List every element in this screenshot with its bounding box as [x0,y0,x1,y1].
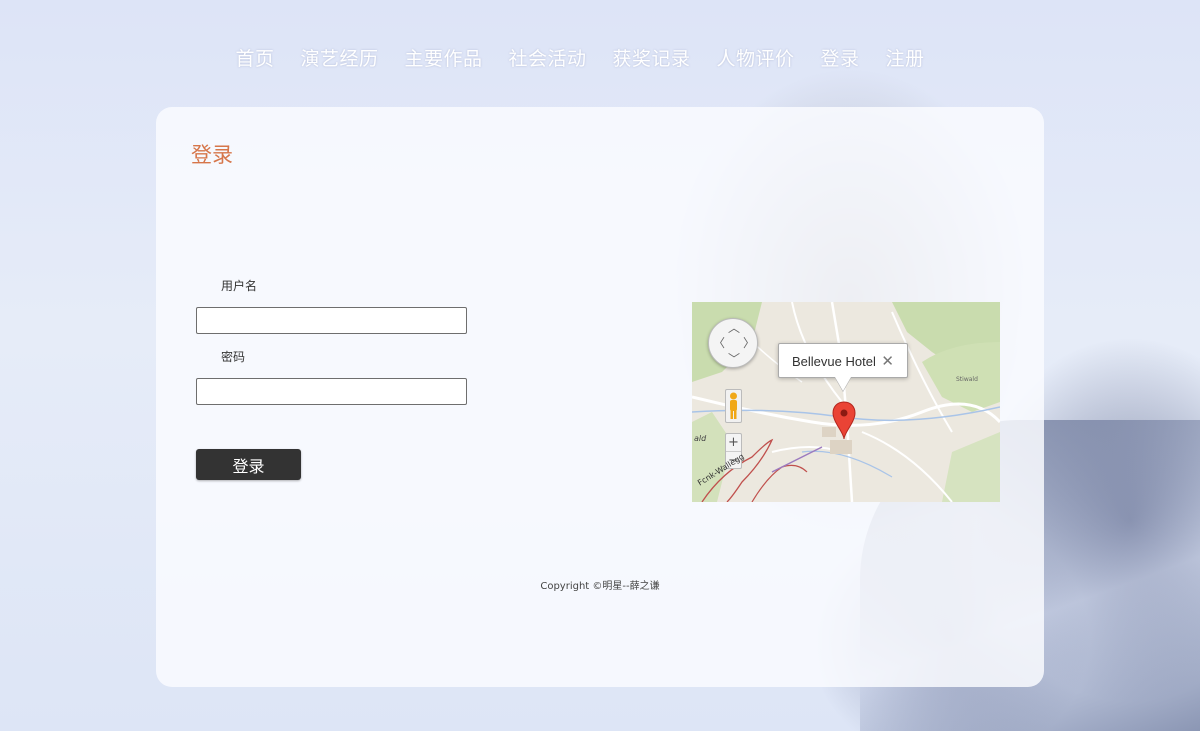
footer-copyright: Copyright ©明星--薛之谦 [540,581,660,592]
map-info-window: Bellevue Hotel ✕ [778,343,908,378]
main-nav: 首页 演艺经历 主要作品 社会活动 获奖记录 人物评价 登录 注册 [0,44,1200,71]
info-window-tail [835,377,851,391]
zoom-in-button[interactable]: + [726,434,741,452]
nav-login[interactable]: 登录 [808,44,873,71]
password-input[interactable] [196,378,467,405]
nav-awards[interactable]: 获奖记录 [600,44,704,71]
map-marker-icon[interactable] [832,401,856,441]
map-widget[interactable]: ︿ ﹀ 〈 〉 + − Bellevue Hotel ✕ ald Stiwald… [692,302,1000,502]
pan-right-icon[interactable]: 〉 [743,337,755,349]
map-place-label: ald [694,434,707,443]
pan-up-icon[interactable]: ︿ [728,322,740,334]
nav-reviews[interactable]: 人物评价 [704,44,808,71]
close-icon[interactable]: ✕ [881,352,894,370]
login-panel: 登录 用户名 密码 登录 ︿ ﹀ 〈 〉 + − Bellevue Hotel … [156,107,1044,687]
nav-register[interactable]: 注册 [873,44,938,71]
password-label: 密码 [221,350,246,364]
login-button[interactable]: 登录 [196,449,301,480]
nav-career[interactable]: 演艺经历 [287,44,391,71]
pan-down-icon[interactable]: ﹀ [728,353,740,365]
username-input[interactable] [196,307,467,334]
username-label: 用户名 [221,279,258,293]
map-pan-control[interactable]: ︿ ﹀ 〈 〉 [708,318,758,368]
pan-left-icon[interactable]: 〈 [713,337,725,349]
info-window-title: Bellevue Hotel [792,354,876,369]
nav-home[interactable]: 首页 [222,44,287,71]
nav-works[interactable]: 主要作品 [391,44,495,71]
street-view-pegman-icon[interactable] [725,389,742,423]
map-place-label: Stiwald [956,376,978,383]
page-title: 登录 [191,143,233,167]
nav-activities[interactable]: 社会活动 [495,44,599,71]
